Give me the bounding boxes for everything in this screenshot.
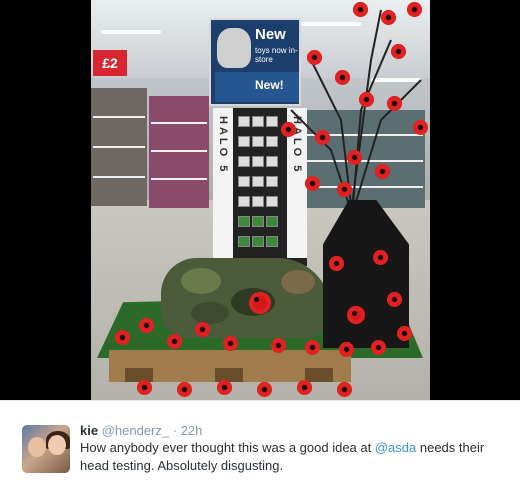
ceiling-light (101, 30, 161, 34)
poppy-icon (337, 182, 352, 197)
wooden-pallet (109, 350, 351, 382)
tweet-timestamp[interactable]: 22h (181, 423, 203, 438)
poppy-icon (397, 326, 412, 341)
poppy-stems (290, 9, 422, 206)
tweet-text-start: How anybody ever thought this was a good… (80, 440, 375, 455)
poppy-icon (177, 382, 192, 397)
price-sign: £2 (93, 50, 127, 76)
tweet-media[interactable]: £2 New toys now in-store New! HALO 5 HAL… (0, 0, 520, 400)
user-handle[interactable]: @henderz_ (102, 423, 169, 438)
poppy-icon (137, 380, 152, 395)
poppy-icon (391, 44, 406, 59)
poppy-icon (387, 292, 402, 307)
avatar-person-face (48, 435, 66, 455)
poppy-icon (305, 176, 320, 191)
poppy-icon (223, 336, 238, 351)
poppy-icon (407, 2, 422, 17)
tweet-card[interactable]: kie @henderz_ · 22h How anybody ever tho… (0, 400, 520, 484)
store-shelf (149, 96, 209, 208)
poppy-icon (315, 130, 330, 145)
poppy-icon (337, 382, 352, 397)
poppy-icon (413, 120, 428, 135)
tweet-header: kie @henderz_ · 22h (80, 422, 202, 439)
poppy-icon (373, 250, 388, 265)
poppy-icon (115, 330, 130, 345)
poppy-icon (371, 340, 386, 355)
poppy-icon (305, 340, 320, 355)
soldier-mannequin (161, 258, 331, 338)
meta-separator: · (172, 423, 178, 438)
poppy-icon (271, 338, 286, 353)
user-display-name[interactable]: kie (80, 423, 98, 438)
poppy-icon (139, 318, 154, 333)
poppy-icon (217, 380, 232, 395)
tweet-text: How anybody ever thought this was a good… (80, 439, 500, 475)
promo-new-badge: New! (255, 78, 284, 92)
poppy-icon (335, 70, 350, 85)
poppy-icon (307, 50, 322, 65)
mention-link[interactable]: @asda (375, 440, 416, 455)
poppy-icon (339, 342, 354, 357)
poppy-icon (195, 322, 210, 337)
poppy-icon (249, 292, 271, 314)
stormtrooper-image (217, 28, 251, 68)
poppy-icon (347, 150, 362, 165)
poppy-icon (353, 2, 368, 17)
poppy-icon (297, 380, 312, 395)
poppy-icon (381, 10, 396, 25)
poppy-icon (347, 306, 365, 324)
poppy-icon (375, 164, 390, 179)
halo-logo-text: HALO 5 (217, 116, 229, 175)
poppy-icon (387, 96, 402, 111)
halo-game-boxes (237, 114, 283, 254)
avatar-person-face (28, 437, 46, 457)
poppy-icon (257, 382, 272, 397)
avatar[interactable] (22, 425, 70, 473)
poppy-icon (359, 92, 374, 107)
poppy-icon (329, 256, 344, 271)
tweet-photo[interactable]: £2 New toys now in-store New! HALO 5 HAL… (91, 0, 430, 400)
poppy-icon (281, 122, 296, 137)
store-shelf (91, 88, 147, 206)
poppy-icon (167, 334, 182, 349)
halo-side-panel: HALO 5 (213, 108, 233, 258)
